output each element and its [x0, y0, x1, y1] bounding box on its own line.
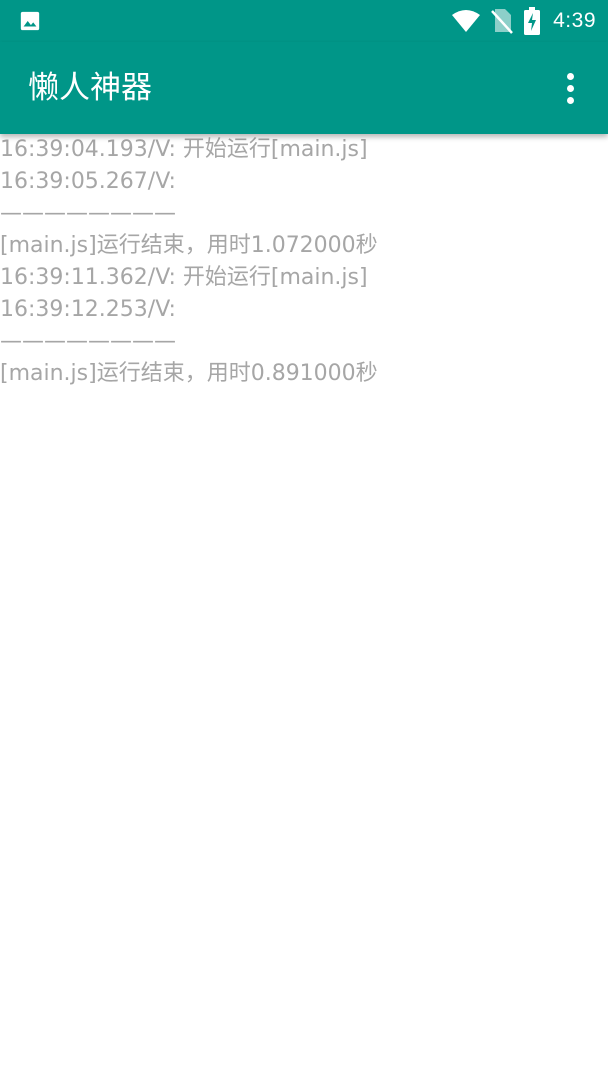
- wifi-icon: [452, 10, 481, 32]
- status-bar: 4:39: [0, 0, 608, 42]
- log-line: ————————: [0, 329, 176, 354]
- log-line: 16:39:12.253/V:: [0, 297, 176, 322]
- log-console[interactable]: 16:39:04.193/V: 开始运行[main.js] 16:39:05.2…: [0, 134, 608, 1080]
- log-line: 16:39:04.193/V: 开始运行[main.js]: [0, 137, 368, 162]
- log-line: ————————: [0, 201, 176, 226]
- log-line: [main.js]运行结束，用时0.891000秒: [0, 361, 378, 386]
- overflow-dot-3: [566, 96, 574, 104]
- overflow-dot-2: [566, 84, 574, 92]
- overflow-menu-button[interactable]: [550, 68, 590, 108]
- log-line: 16:39:05.267/V:: [0, 169, 176, 194]
- image-icon: [20, 11, 40, 31]
- overflow-menu-icon: [566, 72, 574, 80]
- battery-charging-icon: [524, 7, 541, 35]
- no-sim-icon: [491, 9, 514, 34]
- status-time: 4:39: [553, 9, 596, 32]
- status-icons: 4:39: [451, 0, 596, 42]
- log-line: [main.js]运行结束，用时1.072000秒: [0, 233, 378, 258]
- app-title: 懒人神器: [28, 70, 152, 106]
- log-line: 16:39:11.362/V: 开始运行[main.js]: [0, 265, 368, 290]
- app-bar: 懒人神器: [0, 42, 608, 134]
